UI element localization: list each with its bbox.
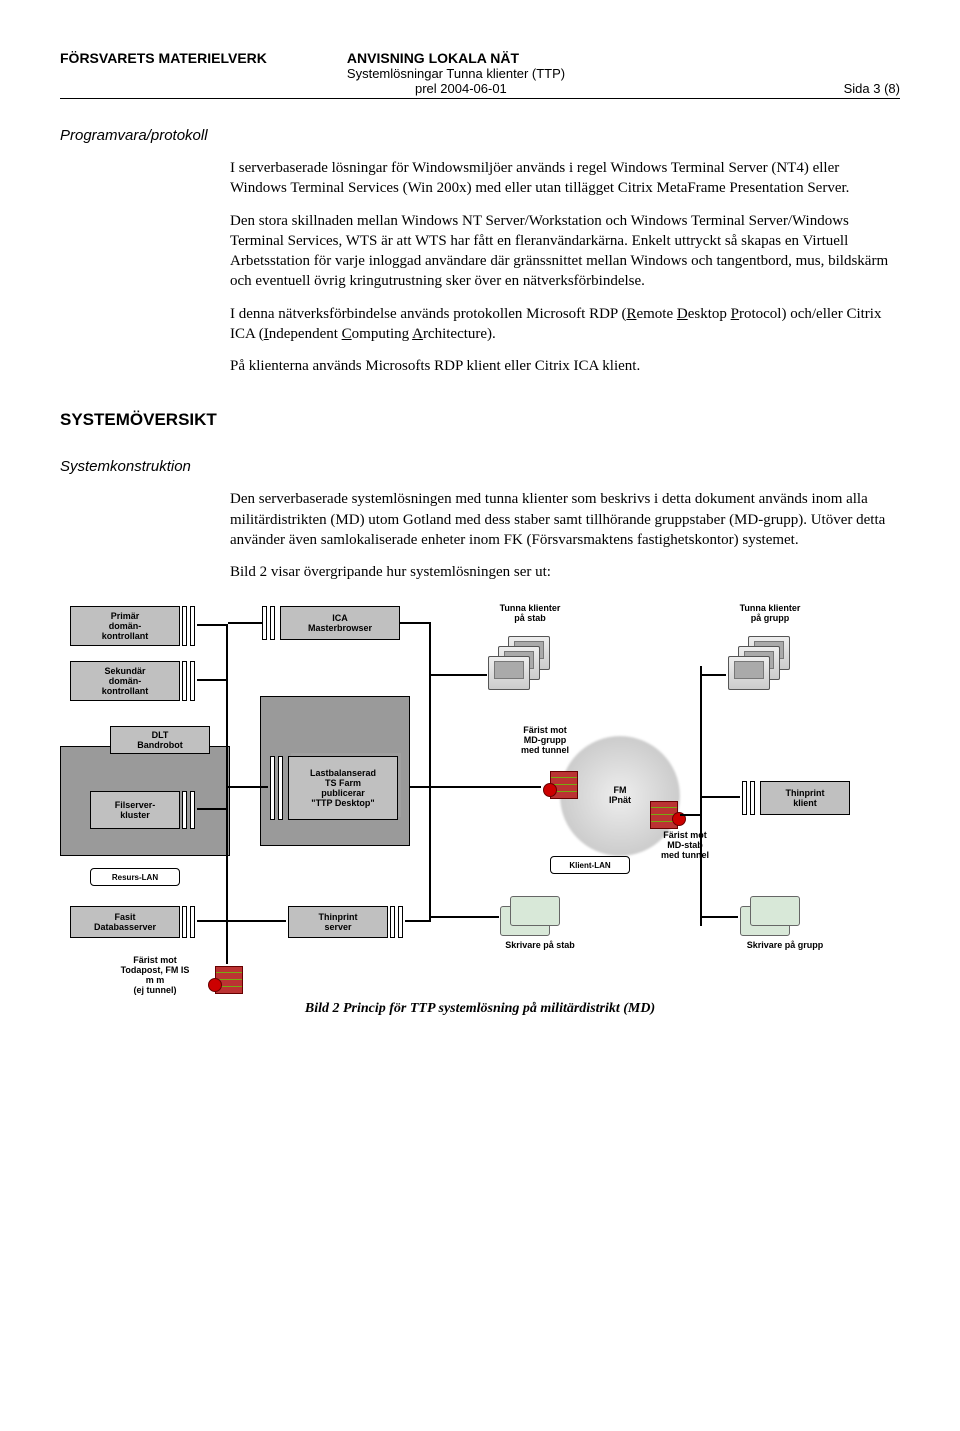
printer-icon	[510, 896, 560, 926]
node-thinprint-klient: Thinprint klient	[760, 781, 850, 815]
node-sekundar: Sekundär domän- kontrollant	[70, 661, 180, 701]
printer-icon	[750, 896, 800, 926]
connector-line	[405, 920, 430, 922]
connector-line	[702, 674, 726, 676]
node-primar: Primär domän- kontrollant	[70, 606, 180, 646]
connector-line	[197, 920, 227, 922]
label-resurs-lan: Resurs-LAN	[90, 868, 180, 886]
label-skrivare-stab: Skrivare på stab	[480, 941, 600, 951]
connector-line	[228, 920, 286, 922]
node-tsfarm: Lastbalanserad TS Farm publicerar "TTP D…	[288, 756, 398, 820]
header-bottom: prel 2004-06-01 Sida 3 (8)	[415, 81, 900, 96]
header-org: FÖRSVARETS MATERIELVERK	[60, 50, 267, 81]
label-klient-lan: Klient-LAN	[550, 856, 630, 874]
body-block-2: Den serverbaserade systemlösningen med t…	[230, 489, 890, 582]
server-slot-icon	[398, 906, 403, 938]
connector-line	[197, 624, 227, 626]
connector-line	[197, 679, 227, 681]
server-slot-icon	[742, 781, 747, 815]
paragraph: Den serverbaserade systemlösningen med t…	[230, 489, 890, 550]
label-tunna-stab: Tunna klienter på stab	[480, 604, 580, 624]
bus-line-left	[226, 624, 228, 964]
label-farist-todapost: Färist mot Todapost, FM IS m m (ej tunne…	[100, 956, 210, 996]
section-title-programvara: Programvara/protokoll	[60, 127, 900, 144]
bus-line-center	[429, 622, 431, 922]
header-date: prel 2004-06-01	[415, 81, 507, 96]
connector-line	[702, 916, 738, 918]
heading-systemoversikt: SYSTEMÖVERSIKT	[60, 410, 900, 430]
header-rule	[60, 98, 900, 99]
server-slot-icon	[750, 781, 755, 815]
node-fasit: Fasit Databasserver	[70, 906, 180, 938]
system-diagram: Primär domän- kontrollant Sekundär domän…	[60, 606, 900, 1026]
monitor-icon	[728, 656, 770, 690]
connector-line	[431, 786, 541, 788]
node-ica: ICA Masterbrowser	[280, 606, 400, 640]
server-slot-icon	[190, 906, 195, 938]
header-page: Sida 3 (8)	[844, 81, 900, 96]
server-slot-icon	[190, 661, 195, 701]
server-slot-icon	[270, 756, 275, 820]
node-thinprint-server: Thinprint server	[288, 906, 388, 938]
connector-line	[431, 674, 487, 676]
paragraph: I serverbaserade lösningar för Windowsmi…	[230, 158, 890, 199]
connector-line	[228, 622, 262, 624]
monitor-icon	[488, 656, 530, 690]
server-slot-icon	[182, 606, 187, 646]
server-slot-icon	[182, 906, 187, 938]
server-slot-icon	[390, 906, 395, 938]
figure-caption: Bild 2 Princip för TTP systemlösning på …	[260, 1001, 700, 1017]
server-slot-icon	[270, 606, 275, 640]
connector-line	[228, 786, 268, 788]
node-filserver: Filserver- kluster	[90, 791, 180, 829]
connector-line	[680, 814, 700, 816]
connector-line	[410, 786, 430, 788]
paragraph: I denna nätverksförbindelse används prot…	[230, 304, 890, 345]
page-header: FÖRSVARETS MATERIELVERK ANVISNING LOKALA…	[60, 50, 900, 81]
server-slot-icon	[182, 791, 187, 829]
paragraph: På klienterna används Microsofts RDP kli…	[230, 356, 890, 376]
connector-line	[197, 808, 227, 810]
label-tunna-grupp: Tunna klienter på grupp	[720, 604, 820, 624]
label-farist-grupp: Färist mot MD-grupp med tunnel	[500, 726, 590, 756]
server-slot-icon	[190, 791, 195, 829]
node-dlt: DLT Bandrobot	[110, 726, 210, 754]
paragraph: Bild 2 visar övergripande hur systemlösn…	[230, 562, 890, 582]
server-slot-icon	[278, 756, 283, 820]
header-title: ANVISNING LOKALA NÄT	[347, 50, 900, 66]
connector-line	[431, 916, 499, 918]
paragraph: Den stora skillnaden mellan Windows NT S…	[230, 211, 890, 292]
server-slot-icon	[190, 606, 195, 646]
label-fm-ipnat: FM IPnät	[600, 786, 640, 806]
server-slot-icon	[262, 606, 267, 640]
body-block-1: I serverbaserade lösningar för Windowsmi…	[230, 158, 890, 376]
header-subtitle: Systemlösningar Tunna klienter (TTP)	[347, 66, 900, 81]
section-title-systemkonstruktion: Systemkonstruktion	[60, 458, 900, 475]
server-slot-icon	[182, 661, 187, 701]
label-farist-stab: Färist mot MD-stab med tunnel	[640, 831, 730, 861]
label-skrivare-grupp: Skrivare på grupp	[720, 941, 850, 951]
connector-line	[400, 622, 430, 624]
connector-line	[702, 796, 740, 798]
